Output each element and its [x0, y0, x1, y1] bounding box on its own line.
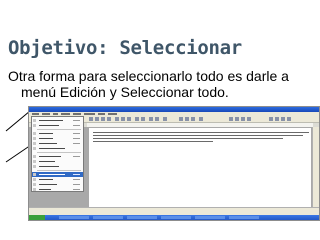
pointer-line-edit-menu	[5, 110, 31, 132]
screenshot-edit-menu	[31, 116, 84, 192]
screenshot-statusbar	[29, 207, 319, 215]
windows-start-icon	[29, 215, 45, 220]
screenshot-document-page	[89, 128, 311, 208]
screenshot-vertical-scrollbar	[312, 127, 319, 208]
screenshot-taskbar	[29, 215, 319, 220]
embedded-screenshot	[28, 106, 320, 221]
